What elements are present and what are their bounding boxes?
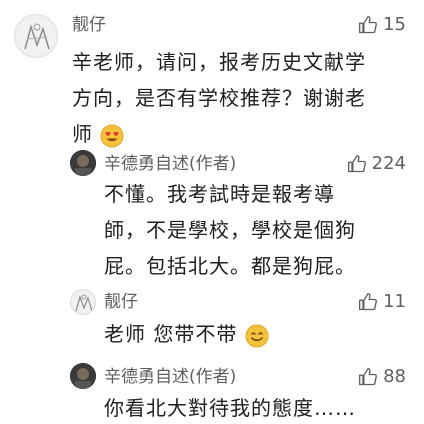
- comment-line-with-emoji: 老师 您带不带: [104, 316, 416, 352]
- comment-line: 辛老师，请问，报考历史文献学: [72, 50, 366, 74]
- comment-author[interactable]: 靓仔: [72, 14, 106, 36]
- comment-text: 你看北大對待我的態度……: [104, 390, 416, 424]
- comment-line-with-emoji: 师: [72, 116, 416, 152]
- comment-author[interactable]: 辛德勇自述(作者): [104, 366, 236, 388]
- smile-emoji-icon: [245, 324, 269, 347]
- like-button[interactable]: 88: [358, 366, 406, 388]
- comment-line: 屁。包括北大。都是狗屁。: [104, 254, 356, 278]
- like-count: 15: [383, 14, 406, 35]
- avatar[interactable]: [70, 150, 96, 176]
- like-count: 11: [383, 291, 406, 312]
- comment-line: 師，不是學校，學校是個狗: [104, 218, 356, 242]
- comment-text: 辛老师，请问，报考历史文献学 方向，是否有学校推荐？谢谢老 师: [72, 44, 416, 152]
- like-button[interactable]: 224: [347, 153, 406, 175]
- like-button[interactable]: 11: [358, 291, 406, 313]
- avatar[interactable]: [70, 363, 96, 389]
- thumbs-up-icon: [359, 368, 378, 386]
- comment-author[interactable]: 靓仔: [104, 291, 138, 313]
- comment-line: 你看北大對待我的態度……: [104, 396, 356, 420]
- avatar[interactable]: [14, 14, 58, 58]
- comment-line: 不懂。我考試時是報考導: [104, 182, 335, 206]
- like-button[interactable]: 15: [358, 14, 406, 36]
- comment-text: 老师 您带不带: [104, 316, 416, 352]
- thumbs-up-icon: [359, 16, 378, 34]
- like-count: 224: [371, 153, 406, 174]
- thumbs-up-icon: [359, 293, 378, 311]
- comment-thread: 靓仔 15 辛老师，请问，报考历史文献学 方向，是否有学校推荐？谢谢老 师 辛德…: [0, 0, 424, 424]
- like-count: 88: [383, 366, 406, 387]
- avatar[interactable]: [70, 289, 96, 315]
- comment-text: 不懂。我考試時是報考導 師，不是學校，學校是個狗 屁。包括北大。都是狗屁。: [104, 176, 416, 284]
- heart-eyes-emoji-icon: [100, 124, 124, 147]
- comment-author[interactable]: 辛德勇自述(作者): [104, 153, 236, 175]
- thumbs-up-icon: [347, 155, 366, 173]
- comment-line: 方向，是否有学校推荐？谢谢老: [72, 86, 366, 110]
